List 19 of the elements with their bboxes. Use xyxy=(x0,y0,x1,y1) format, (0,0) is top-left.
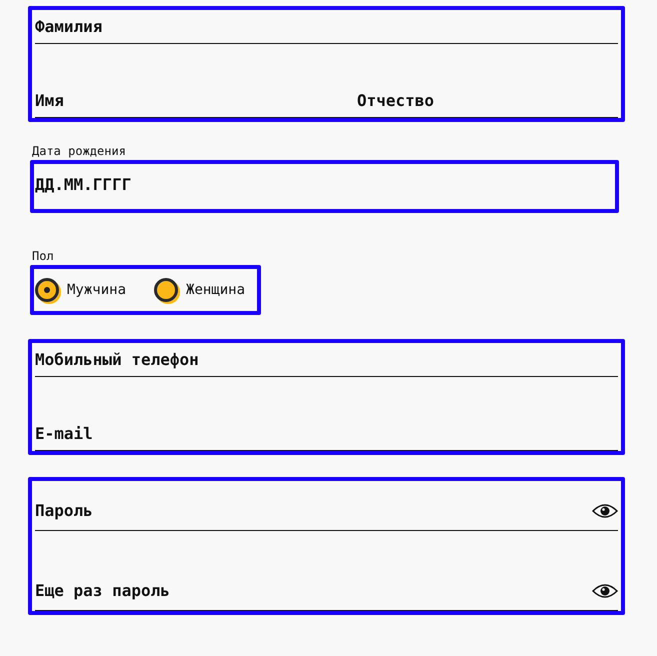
input-field[interactable]: Еще раз пароль xyxy=(35,571,618,611)
input-field[interactable]: E-mail xyxy=(35,417,618,451)
radio-button[interactable] xyxy=(35,278,59,302)
radio-button[interactable] xyxy=(154,278,178,302)
input-field[interactable]: Пароль xyxy=(35,491,618,531)
field-label: Дата рождения xyxy=(32,144,127,158)
field-group[interactable]: Мобильный телефон E-mail xyxy=(28,339,625,455)
input-field[interactable]: Фамилия xyxy=(35,10,618,44)
input-field[interactable]: Имя xyxy=(35,84,357,118)
radio-label[interactable]: Мужчина xyxy=(67,282,126,298)
eye-icon[interactable] xyxy=(592,583,618,599)
date-field[interactable]: ДД.ММ.ГГГГ xyxy=(30,160,619,213)
field-label: Пол xyxy=(32,249,55,263)
input-field[interactable]: Мобильный телефон xyxy=(35,343,618,377)
eye-icon[interactable] xyxy=(592,503,618,519)
field-group[interactable]: Фамилия Имя Отчество xyxy=(28,6,625,122)
input-field[interactable]: Отчество xyxy=(357,84,618,118)
field-group[interactable]: Пароль Еще раз пароль xyxy=(28,477,625,615)
radio-label[interactable]: Женщина xyxy=(186,282,246,298)
